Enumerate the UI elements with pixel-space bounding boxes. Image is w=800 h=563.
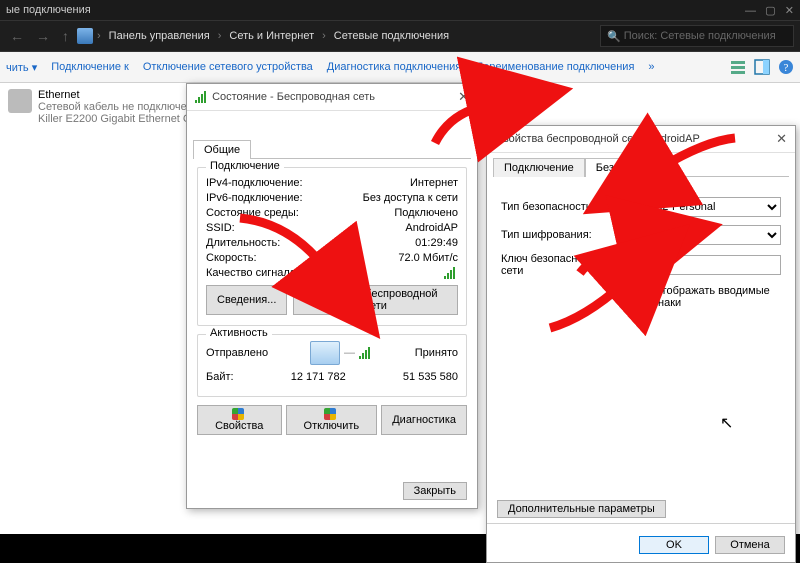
toolbar-rename[interactable]: Переименование подключения bbox=[475, 61, 634, 73]
close-icon[interactable]: ✕ bbox=[776, 131, 787, 147]
shield-icon bbox=[324, 408, 336, 420]
tab-general[interactable]: Общие bbox=[193, 140, 251, 159]
recv-label: Принято bbox=[415, 347, 458, 359]
security-type-label: Тип безопасности: bbox=[501, 201, 621, 213]
lbl-ssid: SSID: bbox=[206, 222, 235, 234]
sent-label: Отправлено bbox=[206, 347, 268, 359]
status-dialog-title: Состояние - Беспроводная сеть bbox=[212, 91, 375, 103]
val-dur: 01:29:49 bbox=[415, 237, 458, 249]
lbl-speed: Скорость: bbox=[206, 252, 257, 264]
advanced-button[interactable]: Дополнительные параметры bbox=[497, 500, 666, 518]
cancel-button[interactable]: Отмена bbox=[715, 536, 785, 554]
encryption-select[interactable]: AES bbox=[629, 225, 781, 245]
tab-connection[interactable]: Подключение bbox=[493, 158, 585, 177]
toolbar-organize[interactable]: чить ▾ bbox=[6, 61, 37, 74]
adapter-ethernet[interactable]: Ethernet Сетевой кабель не подключен Kil… bbox=[8, 89, 215, 125]
sent-value: 12 171 782 bbox=[291, 371, 346, 383]
wireless-props-button[interactable]: Свойства беспроводной сети bbox=[293, 285, 458, 315]
encryption-label: Тип шифрования: bbox=[501, 229, 621, 241]
lbl-ipv6: IPv6-подключение: bbox=[206, 192, 303, 204]
titlebar: ые подключения — ▢ ✕ bbox=[0, 0, 800, 20]
ethernet-icon bbox=[8, 89, 32, 113]
recv-value: 51 535 580 bbox=[403, 371, 458, 383]
val-ssid: AndroidAP bbox=[405, 222, 458, 234]
crumb-connections[interactable]: Сетевые подключения bbox=[330, 28, 453, 44]
status-dialog: Состояние - Беспроводная сеть ✕ Общие По… bbox=[186, 83, 478, 509]
toolbar-connect[interactable]: Подключение к bbox=[51, 61, 129, 73]
group-connection-legend: Подключение bbox=[206, 160, 284, 172]
view-icon[interactable] bbox=[730, 59, 746, 75]
crumb-control-panel[interactable]: Панель управления bbox=[105, 28, 214, 44]
security-key-input[interactable] bbox=[629, 255, 781, 275]
address-bar: ← → ↑ › Панель управления › Сеть и Интер… bbox=[0, 20, 800, 52]
search-input[interactable]: 🔍 Поиск: Сетевые подключения bbox=[600, 25, 794, 47]
disable-button[interactable]: Отключить bbox=[286, 405, 378, 435]
props-dialog-title: Свойства беспроводной сети AndroidAP bbox=[495, 133, 700, 145]
val-ipv6: Без доступа к сети bbox=[363, 192, 458, 204]
show-chars-checkbox[interactable] bbox=[633, 291, 646, 304]
content-area: Ethernet Сетевой кабель не подключен Kil… bbox=[0, 83, 800, 534]
status-dialog-header[interactable]: Состояние - Беспроводная сеть ✕ bbox=[187, 84, 477, 111]
search-placeholder: Поиск: Сетевые подключения bbox=[624, 30, 776, 42]
bytes-label: Байт: bbox=[206, 371, 234, 383]
close-icon[interactable]: ✕ bbox=[458, 89, 469, 105]
signal-bars-icon bbox=[444, 267, 458, 279]
preview-pane-icon[interactable] bbox=[754, 59, 770, 75]
key-label: Ключ безопасности сети bbox=[501, 253, 621, 277]
window-controls[interactable]: — ▢ ✕ bbox=[745, 4, 794, 17]
val-media: Подключено bbox=[394, 207, 458, 219]
nav-up-icon[interactable]: ↑ bbox=[58, 28, 73, 44]
lbl-signal: Качество сигнала: bbox=[206, 267, 299, 279]
properties-button[interactable]: Свойства bbox=[197, 405, 282, 435]
signal-bars-icon bbox=[195, 91, 209, 103]
tab-security[interactable]: Безопасность bbox=[585, 158, 677, 177]
val-speed: 72.0 Мбит/с bbox=[398, 252, 458, 264]
group-connection: Подключение IPv4-подключение:Интернет IP… bbox=[197, 167, 467, 326]
details-button[interactable]: Сведения... bbox=[206, 285, 287, 315]
folder-icon bbox=[77, 28, 93, 44]
show-chars-label: Отображать вводимые знаки bbox=[653, 285, 781, 309]
val-ipv4: Интернет bbox=[410, 177, 458, 189]
activity-icon: — bbox=[310, 341, 373, 365]
lbl-dur: Длительность: bbox=[206, 237, 280, 249]
lbl-media: Состояние среды: bbox=[206, 207, 299, 219]
security-type-select[interactable]: WPA2-Personal bbox=[629, 197, 781, 217]
mouse-cursor-icon: ↖ bbox=[720, 413, 733, 433]
props-dialog-header[interactable]: Свойства беспроводной сети AndroidAP ✕ bbox=[487, 126, 795, 153]
toolbar: чить ▾ Подключение к Отключение сетевого… bbox=[0, 52, 800, 83]
group-activity: Активность Отправлено — Принято Байт: 12… bbox=[197, 334, 467, 397]
toolbar-diagnose[interactable]: Диагностика подключения bbox=[327, 61, 461, 73]
close-button[interactable]: Закрыть bbox=[403, 482, 467, 500]
svg-text:?: ? bbox=[784, 62, 789, 74]
toolbar-more[interactable]: » bbox=[648, 61, 654, 73]
wireless-properties-dialog: Свойства беспроводной сети AndroidAP ✕ П… bbox=[486, 125, 796, 563]
nav-back-icon[interactable]: ← bbox=[6, 28, 28, 44]
group-activity-legend: Активность bbox=[206, 327, 272, 339]
lbl-ipv4: IPv4-подключение: bbox=[206, 177, 303, 189]
ok-button[interactable]: OK bbox=[639, 536, 709, 554]
diagnose-button[interactable]: Диагностика bbox=[381, 405, 467, 435]
window-title: ые подключения bbox=[6, 4, 91, 16]
crumb-network[interactable]: Сеть и Интернет bbox=[225, 28, 318, 44]
shield-icon bbox=[232, 408, 244, 420]
toolbar-disable[interactable]: Отключение сетевого устройства bbox=[143, 61, 313, 73]
nav-fwd-icon[interactable]: → bbox=[32, 28, 54, 44]
help-icon[interactable]: ? bbox=[778, 59, 794, 75]
